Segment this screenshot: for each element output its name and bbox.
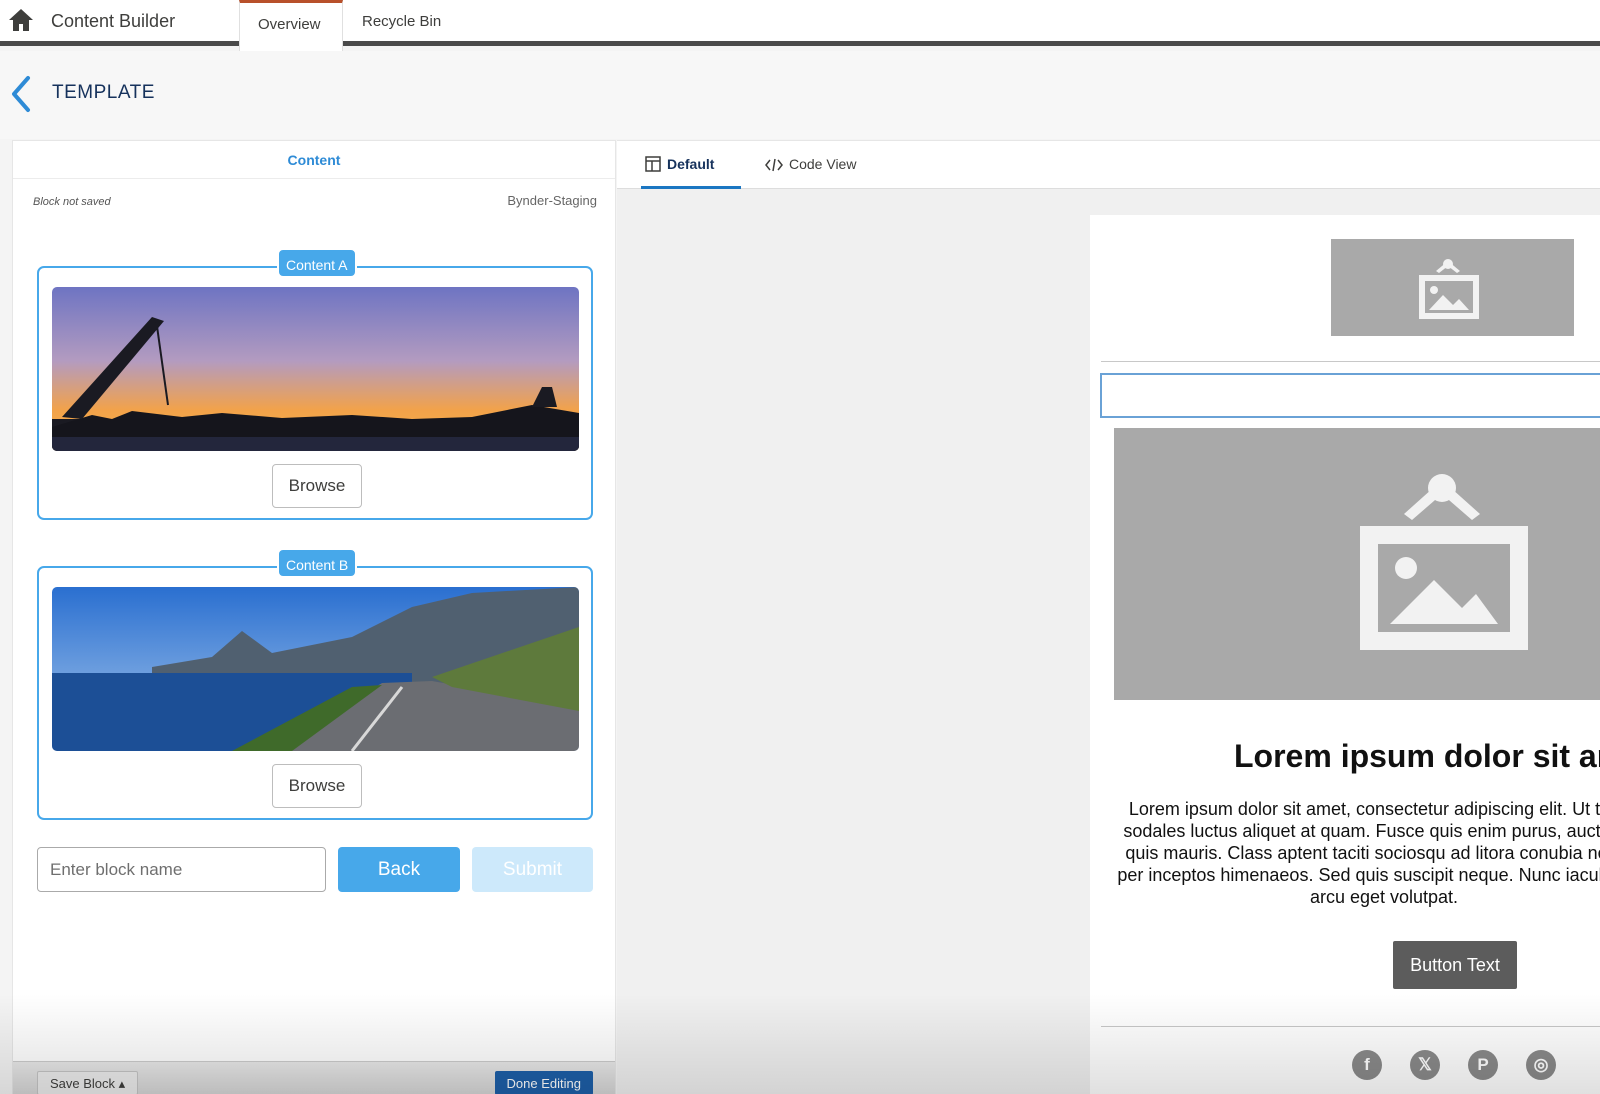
tab-content[interactable]: Content (13, 141, 615, 179)
hero-image-placeholder[interactable] (1114, 428, 1600, 700)
view-tabs: Default Code View (617, 140, 1600, 189)
block-name-input[interactable] (37, 847, 326, 892)
top-bar: Content Builder Overview Recycle Bin (0, 0, 1600, 51)
back-button[interactable]: Back (338, 847, 460, 892)
facebook-icon[interactable]: f (1352, 1050, 1382, 1080)
content-a-badge: Content A (277, 248, 357, 278)
code-icon (765, 158, 783, 172)
pinterest-icon[interactable]: P (1468, 1050, 1498, 1080)
home-icon[interactable] (8, 8, 34, 32)
preview-canvas: Lorem ipsum dolor sit amet Lorem ipsum d… (617, 189, 1600, 1094)
tab-code-view[interactable]: Code View (765, 141, 856, 189)
tab-code-view-label: Code View (789, 156, 857, 172)
browse-button-b[interactable]: Browse (272, 764, 362, 808)
image-placeholder-icon (1360, 474, 1528, 650)
instagram-icon[interactable]: ◎ (1526, 1050, 1556, 1080)
panel-footer: Save Block ▴ Done Editing (13, 1061, 615, 1094)
tab-overview-label: Overview (258, 16, 321, 33)
harbor-sunset-photo (52, 287, 579, 451)
email-preview: Lorem ipsum dolor sit amet Lorem ipsum d… (1090, 215, 1600, 1094)
block-status: Block not saved (33, 196, 111, 208)
email-body: Lorem ipsum dolor sit amet Lorem ipsum d… (1090, 215, 1600, 1094)
content-b-badge: Content B (277, 548, 358, 578)
divider (1101, 361, 1600, 362)
content-card-b: Content B Browse (37, 548, 593, 820)
tab-recycle-bin-label: Recycle Bin (362, 13, 442, 30)
layout-icon (645, 156, 661, 172)
tab-default-label: Default (667, 156, 715, 172)
browse-button-a[interactable]: Browse (272, 464, 362, 508)
page-title: TEMPLATE (52, 82, 155, 103)
content-panel: Content Block not saved Bynder-Staging C… (12, 140, 616, 1094)
source-label: Bynder-Staging (507, 193, 597, 208)
x-icon[interactable]: 𝕏 (1410, 1050, 1440, 1080)
email-cta-button[interactable]: Button Text (1393, 941, 1517, 989)
submit-button[interactable]: Submit (472, 847, 593, 892)
email-body-text: Lorem ipsum dolor sit amet, consectetur … (1117, 799, 1600, 907)
email-headline: Lorem ipsum dolor sit amet (1234, 738, 1600, 774)
chevron-left-icon[interactable] (8, 74, 34, 114)
content-card-a: Content A Browse (37, 248, 593, 520)
divider (1101, 1026, 1600, 1027)
template-header: TEMPLATE (0, 51, 1600, 139)
app-title: Content Builder (51, 11, 176, 31)
tab-default[interactable]: Default (641, 141, 741, 189)
done-editing-button[interactable]: Done Editing (494, 1071, 593, 1094)
selected-content-slot[interactable] (1100, 373, 1600, 418)
logo-placeholder[interactable] (1331, 239, 1574, 336)
tab-overview[interactable]: Overview (239, 0, 343, 51)
save-block-button[interactable]: Save Block ▴ (37, 1071, 139, 1094)
coastal-road-photo (52, 587, 579, 751)
tab-recycle-bin[interactable]: Recycle Bin (344, 0, 459, 46)
image-placeholder-icon (1419, 259, 1479, 319)
